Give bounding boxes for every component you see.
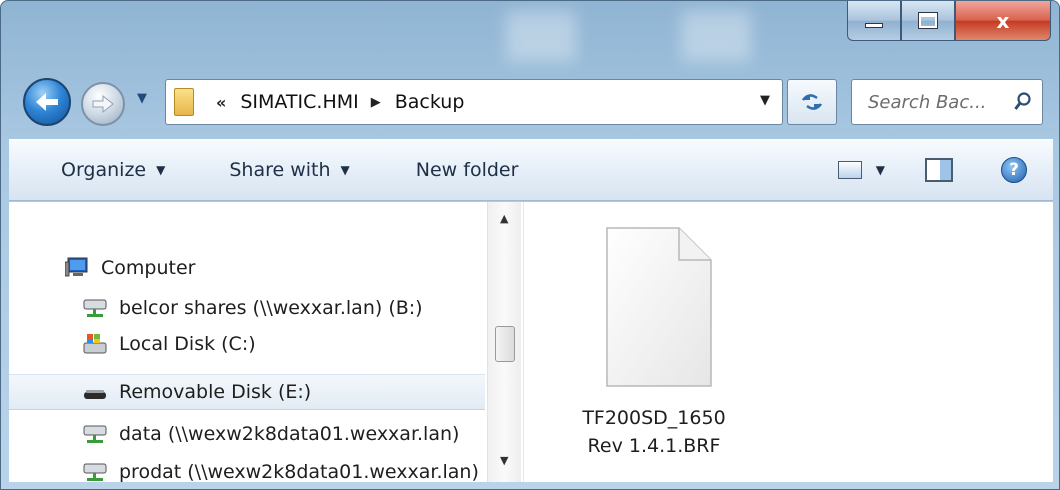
chevron-down-icon: ▼ [340,163,350,177]
share-with-label: Share with [229,159,331,181]
file-name-line: TF200SD_1650 [582,407,726,429]
file-item[interactable]: TF200SD_1650 Rev 1.4.1.BRF [574,222,734,460]
sidebar-item-label: Local Disk (C:) [119,333,256,355]
caption-buttons: x [847,1,1051,41]
new-folder-button[interactable]: New folder [416,159,519,181]
blank-file-icon [606,227,712,387]
sidebar-item-prodat-share[interactable]: prodat (\\wexw2k8data01.wexxar.lan) [83,454,479,482]
view-options-button[interactable]: ▼ [876,163,885,177]
search-box[interactable] [851,79,1043,125]
local-disk-icon [83,333,107,355]
breadcrumb-separator-icon[interactable]: ▶ [371,95,381,110]
chevron-down-icon: ▼ [137,91,147,106]
computer-icon [64,257,89,279]
explorer-body: Computer belcor shares (\\wexxar.lan) (B… [9,202,1053,482]
folder-icon [174,88,194,116]
removable-disk-icon [83,381,107,403]
breadcrumb-overflow-button[interactable]: « [216,93,226,112]
navigation-bar: ▼ « SIMATIC.HMI ▶ Backup ▼ [1,75,1059,129]
forward-arrow-icon [92,94,114,114]
chevron-down-icon: ▼ [875,163,885,177]
help-icon: ? [1001,157,1027,183]
preview-pane-icon [925,158,953,182]
refresh-icon [802,94,822,110]
navigation-scrollbar[interactable]: ▲ ▼ [487,202,521,482]
organize-label: Organize [61,159,147,181]
file-list-pane: TF200SD_1650 Rev 1.4.1.BRF [524,202,1053,482]
refresh-button[interactable] [787,79,837,125]
sidebar-item-removable-disk[interactable]: Removable Disk (E:) [9,374,485,410]
explorer-window: x ▼ « SIMATIC.HMI ▶ Backup ▼ Search Bac.… [0,0,1060,490]
chevron-down-icon: ▼ [156,163,166,177]
sidebar-item-label: Computer [101,257,196,279]
network-drive-icon [83,297,107,319]
view-icon [837,161,862,179]
command-bar: Organize ▼ Share with ▼ New folder ▼ ? [9,139,1053,201]
file-name: TF200SD_1650 Rev 1.4.1.BRF [582,404,725,460]
recent-pages-button[interactable]: ▼ [137,91,157,111]
breadcrumb-backup[interactable]: Backup [395,91,465,113]
preview-pane-button[interactable] [925,158,953,182]
scrollbar-thumb[interactable] [495,326,515,362]
organize-button[interactable]: Organize ▼ [61,159,165,181]
glass-reflection [506,11,576,61]
scroll-up-arrow-icon[interactable]: ▲ [500,212,508,225]
close-button[interactable]: x [955,1,1051,41]
glass-reflection [681,11,751,61]
search-icon[interactable] [1014,92,1032,112]
network-drive-icon [83,423,107,445]
help-button[interactable]: ? [1001,157,1027,183]
navigation-pane: Computer belcor shares (\\wexxar.lan) (B… [9,202,485,482]
share-with-button[interactable]: Share with ▼ [229,159,349,181]
minimize-button[interactable] [847,1,901,41]
scroll-down-arrow-icon[interactable]: ▼ [500,454,508,467]
maximize-icon [918,12,938,29]
sidebar-item-local-disk[interactable]: Local Disk (C:) [83,326,256,362]
sidebar-item-computer[interactable]: Computer [64,250,196,286]
forward-button[interactable] [81,82,125,126]
maximize-button[interactable] [901,1,955,41]
address-dropdown-icon[interactable]: ▼ [760,93,770,108]
breadcrumb-simatic-hmi[interactable]: SIMATIC.HMI [240,91,358,113]
search-input[interactable] [868,91,998,113]
address-bar[interactable]: « SIMATIC.HMI ▶ Backup ▼ [165,79,783,125]
change-view-button[interactable] [837,161,862,179]
sidebar-item-data-share[interactable]: data (\\wexw2k8data01.wexxar.lan) [83,416,459,452]
sidebar-item-label: belcor shares (\\wexxar.lan) (B:) [119,297,423,319]
close-icon: x [996,8,1010,33]
network-drive-icon [83,461,107,482]
sidebar-item-belcor-shares[interactable]: belcor shares (\\wexxar.lan) (B:) [83,290,423,326]
new-folder-label: New folder [415,159,519,181]
file-name-line: Rev 1.4.1.BRF [587,435,721,457]
sidebar-item-label: Removable Disk (E:) [119,381,312,403]
back-arrow-icon [36,93,58,111]
back-button[interactable] [23,78,71,126]
sidebar-item-label: data (\\wexw2k8data01.wexxar.lan) [119,423,460,445]
sidebar-item-label: prodat (\\wexw2k8data01.wexxar.lan) [119,461,479,482]
minimize-icon [865,23,883,28]
